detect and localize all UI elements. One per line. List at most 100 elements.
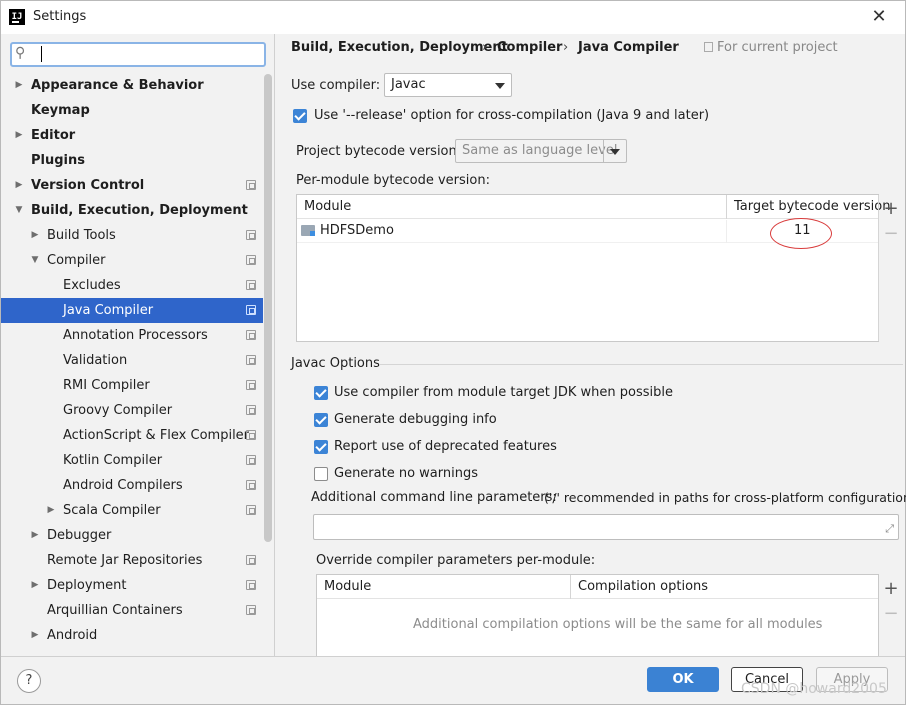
sidebar-item[interactable]: ▶ Appearance & Behavior xyxy=(1,73,263,98)
sidebar-item[interactable]: Android Compilers xyxy=(1,473,263,498)
sidebar-item[interactable]: ▶ Version Control xyxy=(1,173,263,198)
sidebar-item[interactable]: Kotlin Compiler xyxy=(1,448,263,473)
intellij-app-icon: IJ xyxy=(9,9,25,25)
ok-button[interactable]: OK xyxy=(647,667,719,692)
sidebar-item-label: Excludes xyxy=(63,278,121,293)
sidebar-item-label: RMI Compiler xyxy=(63,378,150,393)
remove-icon[interactable]: − xyxy=(881,603,901,624)
chevron-right-icon[interactable]: ▶ xyxy=(13,73,25,98)
sidebar-item-label: Version Control xyxy=(31,178,145,193)
project-scope-icon xyxy=(246,505,256,515)
chevron-right-icon[interactable]: ▶ xyxy=(13,173,25,198)
project-bytecode-select[interactable]: Same as language level xyxy=(455,139,627,163)
per-module-bytecode-table: Module Target bytecode version HDFSDemo … xyxy=(296,194,891,342)
project-bytecode-value: Same as language level xyxy=(462,143,618,158)
project-scope-icon xyxy=(246,330,256,340)
sidebar-item[interactable]: Excludes xyxy=(1,273,263,298)
empty-table-text: Additional compilation options will be t… xyxy=(413,617,823,632)
sidebar-item-label: Android Compilers xyxy=(63,478,183,493)
sidebar-item[interactable]: ▶ Deployment xyxy=(1,573,263,598)
section-separator xyxy=(379,364,903,365)
sidebar-item[interactable]: ▶ Editor xyxy=(1,123,263,148)
sidebar-item-label: Scala Compiler xyxy=(63,503,161,518)
target-version-column-header[interactable]: Target bytecode version xyxy=(727,195,891,219)
debug-info-checkbox[interactable] xyxy=(314,413,328,427)
compilation-options-column-header[interactable]: Compilation options xyxy=(571,575,878,599)
project-scope-icon xyxy=(246,605,256,615)
sidebar-item[interactable]: RMI Compiler xyxy=(1,373,263,398)
help-button[interactable]: ? xyxy=(17,669,41,693)
chevron-right-icon[interactable]: ▶ xyxy=(29,523,41,548)
sidebar-item[interactable]: Arquillian Containers xyxy=(1,598,263,623)
sidebar-item-label: Build, Execution, Deployment xyxy=(31,203,248,218)
sidebar-item-label: Keymap xyxy=(31,103,90,118)
use-compiler-select[interactable]: Javac xyxy=(384,73,512,97)
chevron-right-icon[interactable]: ▶ xyxy=(29,623,41,648)
sidebar-item[interactable]: Keymap xyxy=(1,98,263,123)
sidebar-item-label: Deployment xyxy=(47,578,127,593)
java-compiler-panel: Build, Execution, Deployment › Compiler … xyxy=(275,34,906,658)
sidebar-scrollbar[interactable] xyxy=(264,74,272,542)
use-module-jdk-label: Use compiler from module target JDK when… xyxy=(334,385,673,400)
chevron-right-icon[interactable]: ▶ xyxy=(13,123,25,148)
sidebar-item[interactable]: Plugins xyxy=(1,148,263,173)
debug-info-label: Generate debugging info xyxy=(334,412,497,427)
sidebar-item[interactable]: ▶ Build Tools xyxy=(1,223,263,248)
sidebar-item-label: Build Tools xyxy=(47,228,116,243)
chevron-right-icon[interactable]: ▶ xyxy=(29,223,41,248)
sidebar-item-label: Validation xyxy=(63,353,128,368)
sidebar-item[interactable]: ▼ Build, Execution, Deployment xyxy=(1,198,263,223)
sidebar-item[interactable]: ActionScript & Flex Compiler xyxy=(1,423,263,448)
expand-icon[interactable]: ⤢ xyxy=(885,522,894,536)
deprecated-features-checkbox[interactable] xyxy=(314,440,328,454)
deprecated-features-label: Report use of deprecated features xyxy=(334,439,557,454)
remove-icon[interactable]: − xyxy=(881,223,901,244)
cmd-params-input[interactable]: ⤢ xyxy=(313,514,899,540)
sidebar-item[interactable]: Java Compiler xyxy=(1,298,263,323)
close-icon[interactable]: ✕ xyxy=(867,5,891,29)
chevron-down-icon[interactable]: ▼ xyxy=(29,248,41,273)
sidebar-item[interactable]: Validation xyxy=(1,348,263,373)
chevron-right-icon[interactable]: ▶ xyxy=(29,573,41,598)
module-column-header[interactable]: Module xyxy=(297,195,726,219)
sidebar-item[interactable]: Groovy Compiler xyxy=(1,398,263,423)
breadcrumb-current: Java Compiler xyxy=(578,40,679,55)
sidebar-item-label: Editor xyxy=(31,128,76,143)
settings-tree: ▶ Appearance & Behavior Keymap ▶ Editor Plugi… xyxy=(1,73,263,648)
sidebar-item-label: Java Compiler xyxy=(63,303,154,318)
sidebar-item-label: Android xyxy=(47,628,98,643)
use-compiler-label: Use compiler: xyxy=(291,78,381,93)
module-column-header[interactable]: Module xyxy=(317,575,570,599)
use-module-jdk-checkbox[interactable] xyxy=(314,386,328,400)
add-icon[interactable]: + xyxy=(881,198,901,219)
sidebar-item-label: Debugger xyxy=(47,528,112,543)
project-scope-label: For current project xyxy=(717,40,838,55)
sidebar-item[interactable]: ▼ Compiler xyxy=(1,248,263,273)
search-input[interactable]: ⚲ xyxy=(10,42,266,67)
project-scope-icon xyxy=(246,255,256,265)
module-name: HDFSDemo xyxy=(320,223,394,238)
sidebar-item[interactable]: Annotation Processors xyxy=(1,323,263,348)
sidebar-item[interactable]: Remote Jar Repositories xyxy=(1,548,263,573)
project-scope-icon xyxy=(246,180,256,190)
chevron-right-icon[interactable]: ▶ xyxy=(45,498,57,523)
settings-sidebar: ⚲ ▶ Appearance & Behavior Keymap ▶ Editor Plu… xyxy=(1,34,274,656)
search-icon: ⚲ xyxy=(15,45,26,61)
annotation-circle xyxy=(770,218,832,249)
breadcrumb-item[interactable]: Compiler xyxy=(497,40,562,55)
settings-dialog: IJ Settings ✕ ⚲ ▶ Appearance & Behavior Ke… xyxy=(0,0,906,705)
release-option-checkbox[interactable] xyxy=(293,109,307,123)
override-label: Override compiler parameters per-module: xyxy=(316,553,596,568)
sidebar-item[interactable]: ▶ Scala Compiler xyxy=(1,498,263,523)
combo-separator xyxy=(603,140,604,162)
sidebar-item[interactable]: ▶ Android xyxy=(1,623,263,648)
sidebar-item-label: Appearance & Behavior xyxy=(31,78,204,93)
chevron-down-icon xyxy=(610,149,620,155)
chevron-down-icon[interactable]: ▼ xyxy=(13,198,25,223)
no-warnings-checkbox[interactable] xyxy=(314,467,328,481)
sidebar-item[interactable]: ▶ Debugger xyxy=(1,523,263,548)
release-option-label: Use '--release' option for cross-compila… xyxy=(314,108,710,123)
add-icon[interactable]: + xyxy=(881,578,901,599)
per-module-label: Per-module bytecode version: xyxy=(296,173,490,188)
breadcrumb-item[interactable]: Build, Execution, Deployment xyxy=(291,40,508,55)
